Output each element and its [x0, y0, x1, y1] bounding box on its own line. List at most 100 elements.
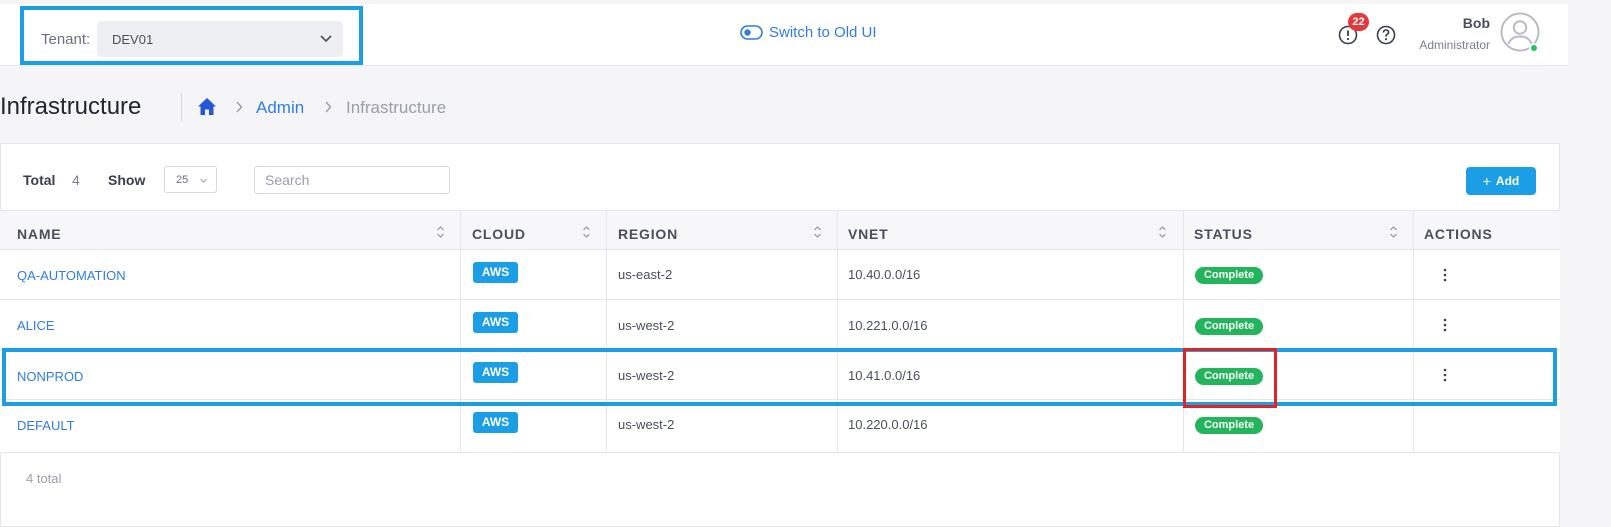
- status-cell: Complete: [1184, 300, 1414, 349]
- sort-icon[interactable]: [582, 225, 591, 239]
- tenant-value: DEV01: [112, 32, 154, 47]
- region-value: us-east-2: [618, 267, 673, 282]
- chevron-down-icon: [320, 35, 332, 43]
- toggle-icon: [740, 25, 763, 40]
- chevron-right-icon: [236, 101, 243, 113]
- region-value: us-west-2: [618, 318, 675, 333]
- chevron-down-icon: [200, 178, 207, 183]
- cloud-cell: AWS: [461, 300, 607, 349]
- column-label: VNET: [848, 226, 889, 242]
- region-value: us-west-2: [618, 368, 675, 383]
- page-title: Infrastructure: [0, 93, 142, 120]
- column-label: NAME: [17, 226, 62, 242]
- status-badge: Complete: [1195, 368, 1263, 385]
- column-header-region[interactable]: REGION: [607, 211, 838, 250]
- vnet-value: 10.41.0.0/16: [848, 368, 921, 383]
- page-size-select[interactable]: 25: [164, 166, 217, 193]
- column-label: CLOUD: [472, 226, 526, 242]
- table-row[interactable]: QA-AUTOMATION AWS us-east-2 10.40.0.0/16…: [0, 250, 1560, 300]
- cloud-badge: AWS: [473, 362, 518, 383]
- column-header-name[interactable]: NAME: [0, 211, 461, 250]
- table-row[interactable]: ALICE AWS us-west-2 10.221.0.0/16 Comple…: [0, 300, 1560, 350]
- kebab-menu-icon[interactable]: [1440, 367, 1450, 383]
- column-header-actions: ACTIONS: [1414, 211, 1560, 250]
- status-cell: Complete: [1184, 350, 1414, 399]
- infra-name-link[interactable]: QA-AUTOMATION: [17, 268, 126, 283]
- kebab-menu-icon[interactable]: [1440, 317, 1450, 333]
- infra-name-link[interactable]: ALICE: [17, 318, 55, 333]
- online-status-dot: [1529, 43, 1539, 53]
- user-role: Administrator: [1419, 38, 1490, 52]
- infra-name-link[interactable]: NONPROD: [17, 369, 83, 384]
- plus-icon: +: [1482, 173, 1491, 189]
- region-cell: us-west-2: [607, 350, 838, 399]
- actions-cell: [1414, 300, 1560, 349]
- notification-badge[interactable]: 22: [1348, 13, 1369, 31]
- status-badge: Complete: [1195, 417, 1263, 434]
- breadcrumb-current: Infrastructure: [346, 98, 447, 117]
- status-cell: Complete: [1184, 250, 1414, 299]
- vnet-value: 10.220.0.0/16: [848, 417, 928, 432]
- title-divider: [181, 93, 182, 121]
- status-cell: Complete: [1184, 400, 1414, 452]
- chevron-right-icon: [325, 101, 332, 113]
- sort-icon[interactable]: [436, 225, 445, 239]
- sort-icon[interactable]: [1158, 225, 1167, 239]
- search-input[interactable]: [254, 166, 450, 194]
- infra-name-link[interactable]: DEFAULT: [17, 418, 75, 433]
- name-cell: ALICE: [0, 300, 461, 349]
- status-badge: Complete: [1195, 318, 1263, 335]
- column-label: ACTIONS: [1424, 226, 1493, 242]
- column-header-cloud[interactable]: CLOUD: [461, 211, 607, 250]
- add-button-label: Add: [1495, 174, 1520, 188]
- add-button[interactable]: + Add: [1466, 167, 1536, 195]
- vnet-value: 10.40.0.0/16: [848, 267, 921, 282]
- cloud-badge: AWS: [473, 262, 518, 283]
- table-row[interactable]: DEFAULT AWS us-west-2 10.220.0.0/16 Comp…: [0, 400, 1560, 453]
- region-cell: us-west-2: [607, 400, 838, 452]
- footer-total: 4 total: [26, 471, 62, 486]
- cloud-cell: AWS: [461, 250, 607, 299]
- column-header-vnet[interactable]: VNET: [838, 211, 1184, 250]
- kebab-menu-icon[interactable]: [1440, 267, 1450, 283]
- table-row[interactable]: NONPROD AWS us-west-2 10.41.0.0/16 Compl…: [0, 350, 1560, 400]
- total-label: Total: [23, 172, 56, 188]
- user-name: Bob: [1462, 15, 1490, 31]
- table-header: NAME CLOUD REGION VNET STATUS ACTIONS: [0, 210, 1560, 250]
- cloud-badge: AWS: [473, 312, 518, 333]
- total-value: 4: [72, 172, 80, 188]
- status-badge: Complete: [1195, 267, 1263, 284]
- vnet-cell: 10.220.0.0/16: [838, 400, 1184, 452]
- column-label: REGION: [618, 226, 679, 242]
- tenant-selector-group: Tenant: DEV01: [20, 6, 363, 65]
- name-cell: NONPROD: [0, 350, 461, 399]
- vnet-value: 10.221.0.0/16: [848, 318, 928, 333]
- actions-cell: [1414, 350, 1560, 399]
- name-cell: QA-AUTOMATION: [0, 250, 461, 299]
- sort-icon[interactable]: [813, 225, 822, 239]
- home-icon[interactable]: [197, 97, 217, 116]
- tenant-label: Tenant:: [41, 31, 91, 48]
- actions-cell: [1414, 250, 1560, 299]
- sort-icon[interactable]: [1389, 225, 1398, 239]
- top-bar: Tenant: DEV01 Switch to Old UI: [0, 4, 1568, 66]
- name-cell: DEFAULT: [0, 400, 461, 452]
- cloud-cell: AWS: [461, 400, 607, 452]
- region-cell: us-west-2: [607, 300, 838, 349]
- actions-cell: [1414, 400, 1560, 452]
- region-value: us-west-2: [618, 417, 675, 432]
- column-label: STATUS: [1194, 226, 1253, 242]
- breadcrumb-admin[interactable]: Admin: [256, 98, 304, 118]
- vnet-cell: 10.40.0.0/16: [838, 250, 1184, 299]
- show-label: Show: [108, 172, 146, 188]
- page-size-value: 25: [176, 174, 189, 186]
- cloud-badge: AWS: [473, 412, 518, 433]
- help-icon[interactable]: [1376, 25, 1396, 45]
- region-cell: us-east-2: [607, 250, 838, 299]
- vnet-cell: 10.221.0.0/16: [838, 300, 1184, 349]
- switch-old-ui-link[interactable]: Switch to Old UI: [740, 24, 877, 41]
- cloud-cell: AWS: [461, 350, 607, 399]
- switch-old-ui-label: Switch to Old UI: [769, 24, 877, 41]
- tenant-dropdown[interactable]: DEV01: [97, 21, 343, 57]
- column-header-status[interactable]: STATUS: [1184, 211, 1414, 250]
